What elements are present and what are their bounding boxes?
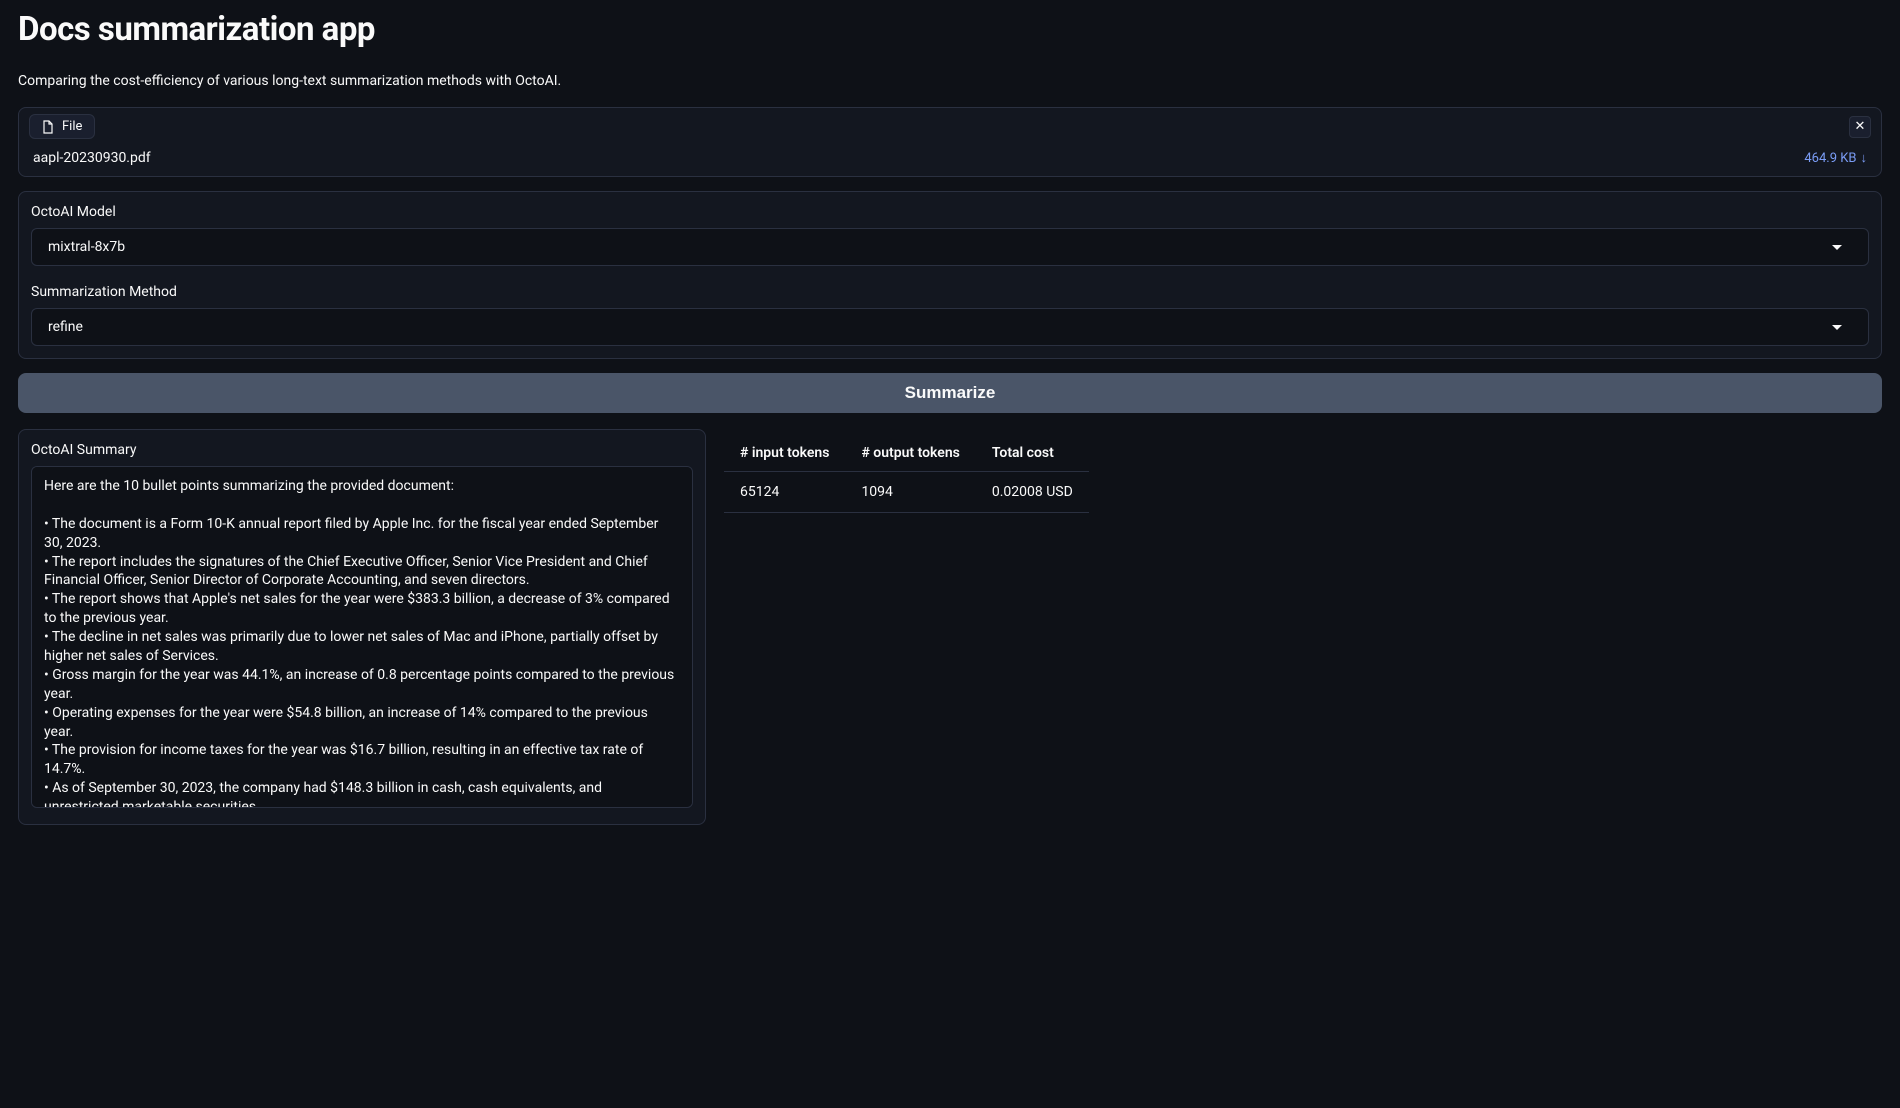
file-button-label: File <box>62 119 82 134</box>
form-panel: OctoAI Model mixtral-8x7b Summarization … <box>18 191 1882 359</box>
close-button[interactable]: ✕ <box>1849 116 1871 138</box>
cell-output-tokens: 1094 <box>845 472 975 513</box>
method-select-value: refine <box>48 319 83 335</box>
header-total-cost: Total cost <box>976 435 1089 472</box>
method-label: Summarization Method <box>31 284 1869 300</box>
model-label: OctoAI Model <box>31 204 1869 220</box>
method-select[interactable]: refine <box>31 308 1869 346</box>
summarize-button[interactable]: Summarize <box>18 373 1882 413</box>
table-row: 65124 1094 0.02008 USD <box>724 472 1089 513</box>
file-icon <box>42 120 54 134</box>
chevron-down-icon <box>1832 325 1842 330</box>
file-panel: File ✕ aapl-20230930.pdf 464.9 KB ↓ <box>18 107 1882 177</box>
chevron-down-icon <box>1832 245 1842 250</box>
model-select[interactable]: mixtral-8x7b <box>31 228 1869 266</box>
download-icon[interactable]: ↓ <box>1861 150 1868 166</box>
stats-table: # input tokens # output tokens Total cos… <box>724 435 1089 513</box>
summary-panel: OctoAI Summary <box>18 429 706 825</box>
file-size: 464.9 KB <box>1804 151 1856 166</box>
page-subtitle: Comparing the cost-efficiency of various… <box>18 73 1882 89</box>
model-select-value: mixtral-8x7b <box>48 239 125 255</box>
file-upload-button[interactable]: File <box>29 114 95 139</box>
header-output-tokens: # output tokens <box>845 435 975 472</box>
header-input-tokens: # input tokens <box>724 435 845 472</box>
close-icon: ✕ <box>1855 119 1866 134</box>
cell-total-cost: 0.02008 USD <box>976 472 1089 513</box>
cell-input-tokens: 65124 <box>724 472 845 513</box>
summary-label: OctoAI Summary <box>31 442 693 458</box>
page-title: Docs summarization app <box>18 10 1882 49</box>
table-header-row: # input tokens # output tokens Total cos… <box>724 435 1089 472</box>
summary-textarea[interactable] <box>31 466 693 808</box>
file-name: aapl-20230930.pdf <box>33 150 151 166</box>
